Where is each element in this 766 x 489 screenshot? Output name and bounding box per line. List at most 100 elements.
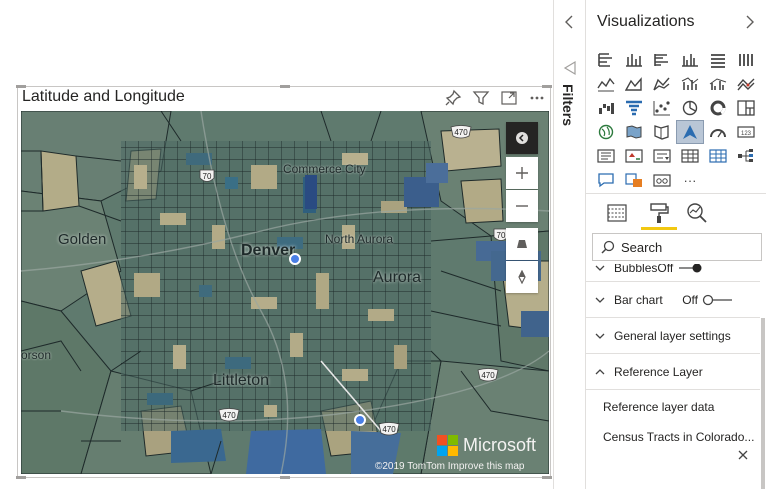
clustered-bar-chart-icon[interactable]	[648, 48, 676, 72]
format-pane-scrollbar[interactable]	[761, 318, 765, 489]
line-and-stacked-column-icon[interactable]	[676, 72, 704, 96]
map-style-picker[interactable]	[506, 122, 538, 154]
filters-label[interactable]: Filters	[560, 84, 576, 126]
analytics-tab[interactable]	[684, 200, 710, 226]
map-attribution[interactable]: ©2019 TomTom Improve this map	[375, 461, 524, 472]
map-style-icon	[516, 132, 528, 144]
resize-handle[interactable]	[280, 85, 290, 88]
chevron-down-icon	[594, 264, 608, 274]
azure-map-icon[interactable]	[676, 120, 704, 144]
ribbon-chart-icon[interactable]	[732, 72, 760, 96]
donut-chart-icon[interactable]	[704, 96, 732, 120]
reference-layer-data-label: Reference layer data	[603, 400, 715, 414]
map-data-point[interactable]	[289, 253, 301, 265]
multi-row-card-icon[interactable]	[592, 144, 620, 168]
r-script-visual-icon[interactable]	[620, 168, 648, 192]
zoom-out-button[interactable]	[506, 190, 538, 222]
microsoft-logo-text: Microsoft	[463, 435, 537, 455]
treemap-icon[interactable]	[732, 96, 760, 120]
bubbles-toggle-state: Off	[657, 264, 674, 275]
stacked-column-chart-icon[interactable]	[620, 48, 648, 72]
filled-map-icon[interactable]	[620, 120, 648, 144]
highway-shield: 470	[378, 422, 400, 436]
shield-number: 470	[481, 371, 495, 380]
shield-number: 70	[497, 231, 506, 240]
kpi-icon[interactable]	[620, 144, 648, 168]
clustered-column-chart-icon[interactable]	[676, 48, 704, 72]
zoom-in-button[interactable]	[506, 157, 538, 189]
shape-map-icon[interactable]	[648, 120, 676, 144]
search-input[interactable]	[621, 239, 751, 255]
100-percent-column-chart-icon[interactable]	[732, 48, 760, 72]
format-search-box[interactable]	[592, 233, 762, 261]
map-label-littleton: Littleton	[213, 372, 270, 389]
expand-right-icon[interactable]	[743, 14, 757, 35]
compass-button[interactable]	[506, 261, 538, 293]
bubbles-label: Bubbles	[614, 264, 658, 275]
bubbles-toggle[interactable]: Off	[657, 264, 703, 275]
map-canvas[interactable]: Commerce City Golden Denver North Aurora…	[21, 111, 549, 474]
waterfall-chart-icon[interactable]	[592, 96, 620, 120]
filters-collapsed-pane: Filters	[553, 0, 586, 489]
map-visual[interactable]: Latitude and Longitude Commerce City Gol…	[16, 85, 552, 479]
compass-icon	[518, 270, 526, 284]
minus-icon	[516, 205, 528, 207]
general-layer-settings-section[interactable]: General layer settings	[586, 318, 760, 354]
reference-layer-section[interactable]: Reference Layer	[586, 354, 760, 390]
shield-number: 470	[222, 411, 236, 420]
focus-mode-icon[interactable]	[500, 89, 518, 107]
chevron-down-icon	[594, 330, 608, 342]
toggle-off-icon	[679, 264, 702, 272]
line-chart-icon[interactable]	[592, 72, 620, 96]
highway-shield: 470	[450, 125, 472, 139]
bar-chart-section[interactable]: Bar chart Off	[586, 282, 760, 318]
pitch-button[interactable]	[506, 228, 538, 260]
map-data-point[interactable]	[354, 414, 366, 426]
pin-icon[interactable]	[444, 89, 462, 107]
gauge-icon[interactable]	[704, 120, 732, 144]
funnel-chart-icon[interactable]	[620, 96, 648, 120]
decomposition-tree-icon[interactable]	[732, 144, 760, 168]
scatter-chart-icon[interactable]	[648, 96, 676, 120]
resize-handle[interactable]	[16, 476, 26, 479]
visual-type-gallery: 123 ···	[592, 48, 760, 192]
qa-visual-icon[interactable]	[592, 168, 620, 192]
key-influencers-icon[interactable]	[648, 168, 676, 192]
100-percent-bar-chart-icon[interactable]	[704, 48, 732, 72]
bubbles-section[interactable]: Bubbles Off	[586, 264, 760, 282]
census-tracts-file-name: Census Tracts in Colorado...	[603, 430, 755, 444]
filter-funnel-icon[interactable]	[563, 60, 577, 81]
visualizations-title: Visualizations	[597, 13, 695, 30]
remove-file-close-icon[interactable]	[737, 448, 749, 466]
highway-shield: 70	[198, 168, 216, 186]
resize-handle[interactable]	[280, 476, 290, 479]
slicer-icon[interactable]	[648, 144, 676, 168]
globe-map-icon[interactable]	[592, 120, 620, 144]
pitch-icon	[517, 240, 527, 248]
highway-shield: 470	[218, 408, 240, 422]
line-and-clustered-column-icon[interactable]	[704, 72, 732, 96]
collapse-left-icon[interactable]	[562, 14, 576, 35]
card-icon[interactable]: 123	[732, 120, 760, 144]
shield-number: 70	[203, 172, 212, 181]
more-visuals-icon[interactable]: ···	[676, 168, 704, 192]
map-label-golden: Golden	[58, 231, 107, 248]
shield-number: 470	[382, 425, 396, 434]
toggle-off-icon	[702, 294, 732, 305]
powerbi-window: Latitude and Longitude Commerce City Gol…	[0, 0, 766, 489]
fields-tab[interactable]	[604, 200, 630, 226]
stacked-bar-chart-icon[interactable]	[592, 48, 620, 72]
stacked-area-chart-icon[interactable]	[648, 72, 676, 96]
bar-chart-toggle[interactable]: Off	[682, 293, 734, 307]
pane-tabs	[586, 193, 766, 231]
resize-handle[interactable]	[542, 85, 552, 88]
pie-chart-icon[interactable]	[676, 96, 704, 120]
table-icon[interactable]	[676, 144, 704, 168]
more-options-icon[interactable]	[528, 89, 546, 107]
map-label-north-aurora: North Aurora	[325, 232, 394, 246]
area-chart-icon[interactable]	[620, 72, 648, 96]
resize-handle[interactable]	[542, 476, 552, 479]
matrix-icon[interactable]	[704, 144, 732, 168]
filter-icon[interactable]	[472, 89, 490, 107]
format-tab[interactable]	[646, 200, 672, 226]
